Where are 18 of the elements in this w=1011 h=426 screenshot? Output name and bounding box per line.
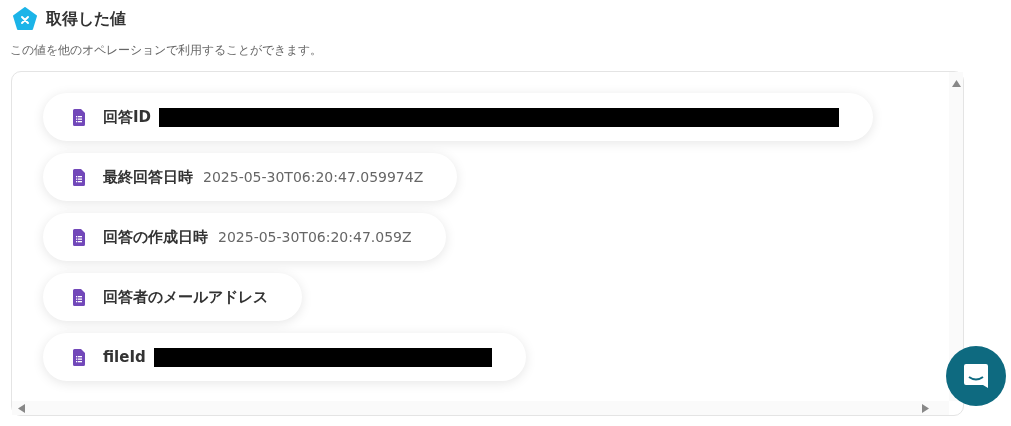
- value-item[interactable]: 回答ID: [43, 93, 874, 141]
- chat-button[interactable]: [946, 346, 1006, 406]
- scroll-right-icon[interactable]: [922, 403, 929, 413]
- chat-bubble-icon: [963, 363, 989, 389]
- value-item[interactable]: 回答の作成日時 2025-05-30T06:20:47.059Z: [43, 213, 446, 261]
- form-document-icon: [73, 228, 85, 246]
- section-title: 取得した値: [46, 8, 126, 30]
- form-document-icon: [73, 288, 85, 306]
- section-description: この値を他のオペレーションで利用することができます。: [10, 42, 323, 59]
- value-item[interactable]: 最終回答日時 2025-05-30T06:20:47.059974Z: [43, 153, 458, 201]
- form-document-icon: [73, 348, 85, 366]
- value-item[interactable]: fileId: [43, 333, 526, 381]
- form-document-icon: [73, 168, 85, 186]
- scroll-up-icon[interactable]: [951, 80, 961, 87]
- form-document-icon: [73, 108, 85, 126]
- variable-icon: [13, 7, 37, 31]
- scroll-left-icon[interactable]: [18, 403, 25, 413]
- value-item[interactable]: 回答者のメールアドレス: [43, 273, 302, 321]
